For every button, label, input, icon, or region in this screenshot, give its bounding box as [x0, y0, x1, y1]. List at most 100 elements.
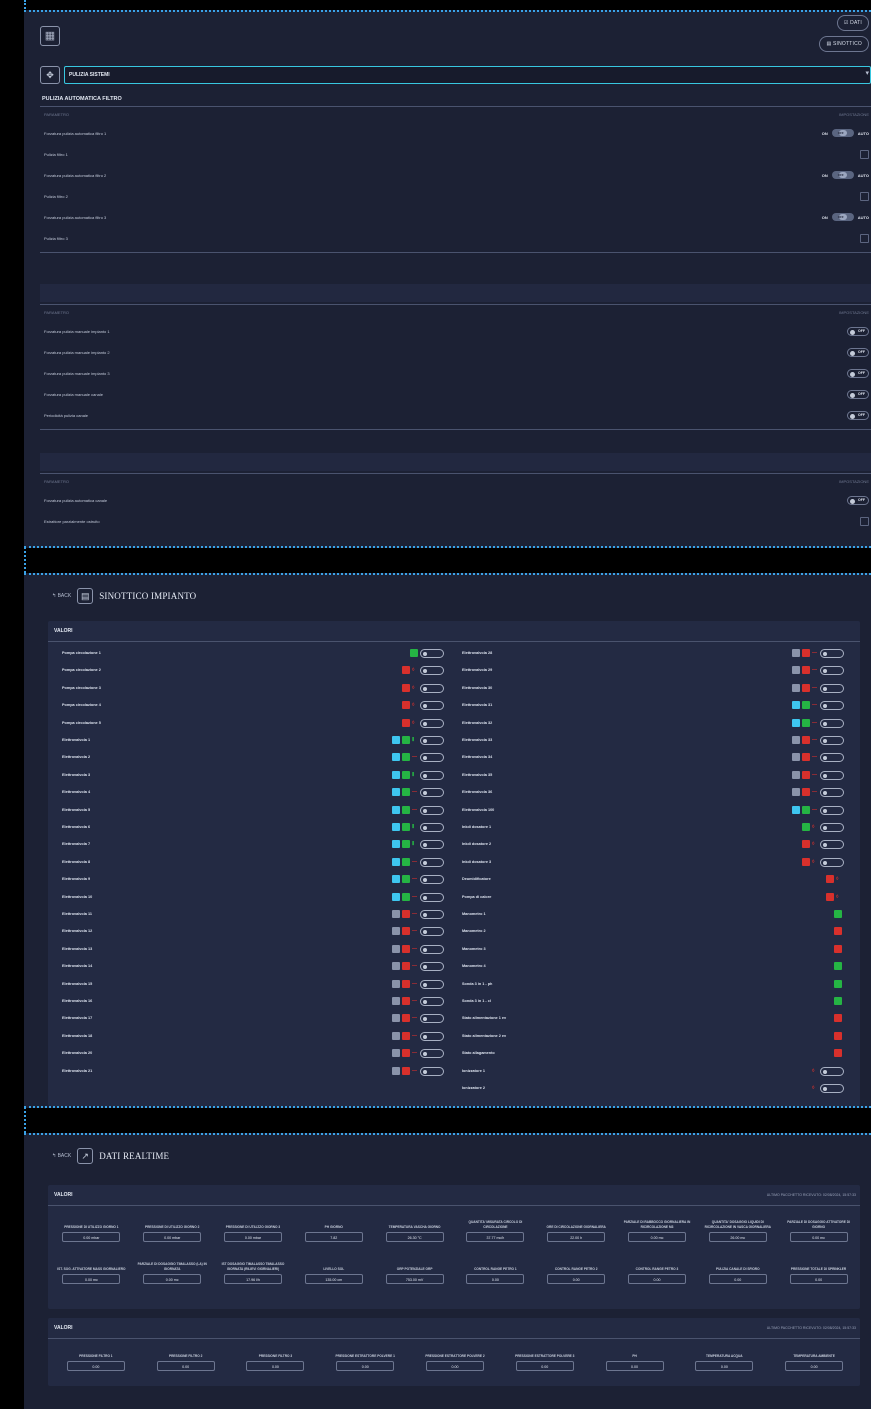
row-toggle[interactable] [820, 1084, 844, 1093]
on-off-auto-switch[interactable]: ON OFF AUTO [822, 128, 869, 138]
manual-icon[interactable] [392, 1066, 400, 1075]
auto-check-icon[interactable] [792, 701, 800, 710]
auto-check-icon[interactable] [392, 823, 400, 831]
checkbox[interactable] [860, 150, 869, 159]
row-toggle[interactable] [820, 805, 844, 815]
manual-icon[interactable] [792, 753, 800, 762]
back-button[interactable]: ↰ BACK [52, 1153, 71, 1159]
manual-icon[interactable] [392, 962, 400, 971]
off-toggle[interactable]: OFF [847, 390, 869, 399]
row-toggle[interactable] [820, 701, 844, 711]
row-toggle[interactable] [820, 683, 844, 693]
row-toggle[interactable] [820, 1066, 844, 1076]
manual-icon[interactable] [392, 1049, 400, 1058]
row-toggle[interactable] [820, 753, 844, 763]
auto-check-icon[interactable] [792, 805, 800, 814]
plant-logo-icon[interactable]: ▦ [40, 26, 60, 46]
auto-check-icon[interactable] [392, 892, 400, 901]
metric-label: PRESSIONE ESTRATTORE POLVERE 2 [425, 1353, 485, 1358]
auto-check-icon[interactable] [392, 788, 400, 797]
row-toggle[interactable] [820, 788, 844, 798]
off-toggle[interactable]: OFF [847, 327, 869, 336]
auto-check-icon[interactable] [392, 875, 400, 884]
row-toggle[interactable] [420, 962, 444, 972]
dati-button[interactable]: ☑ DATI [836, 15, 869, 31]
row-toggle[interactable] [820, 857, 844, 867]
on-off-auto-switch[interactable]: ON OFF AUTO [822, 170, 869, 180]
on-off-auto-switch[interactable]: ON OFF AUTO [822, 212, 869, 222]
row-toggle[interactable] [420, 927, 444, 937]
last-packet-stamp: ULTIMO PACCHETTO RICEVUTO: 02/08/2024, 1… [766, 1193, 856, 1197]
off-toggle[interactable]: OFF [847, 369, 869, 378]
auto-check-icon[interactable] [392, 753, 400, 762]
row-toggle[interactable] [420, 1014, 444, 1024]
row-toggle[interactable] [420, 753, 444, 763]
switch-knob[interactable]: OFF [831, 129, 854, 137]
auto-check-icon[interactable] [792, 718, 800, 727]
row-toggle[interactable] [420, 944, 444, 954]
system-selector[interactable]: ✥ PULIZIA SISTEMI ▾ [40, 66, 871, 84]
metric-value: 0.00 [605, 1361, 664, 1371]
sinottico-button[interactable]: ▤ SINOTTICO [819, 36, 869, 52]
row-toggle[interactable] [420, 857, 444, 867]
auto-check-icon[interactable] [392, 840, 400, 849]
manual-icon[interactable] [392, 944, 400, 953]
row-toggle[interactable] [820, 649, 844, 658]
row-toggle[interactable] [820, 736, 844, 745]
system-select[interactable]: PULIZIA SISTEMI [64, 66, 871, 84]
row-toggle[interactable] [420, 1031, 444, 1041]
manual-icon[interactable] [792, 666, 800, 675]
off-toggle[interactable]: OFF [847, 411, 869, 420]
manual-icon[interactable] [792, 770, 800, 779]
manual-icon[interactable] [792, 788, 800, 797]
manual-icon[interactable] [792, 649, 800, 657]
manual-icon[interactable] [392, 1014, 400, 1023]
row-toggle[interactable] [420, 718, 444, 728]
manual-icon[interactable] [392, 997, 400, 1005]
checkbox[interactable] [860, 517, 869, 526]
row-toggle[interactable] [820, 823, 844, 832]
row-toggle[interactable] [420, 701, 444, 711]
row-toggle[interactable] [420, 683, 444, 693]
chevron-down-icon[interactable]: ▾ [865, 66, 869, 82]
manual-icon[interactable] [392, 910, 400, 918]
row-toggle[interactable] [420, 910, 444, 919]
auto-check-icon[interactable] [392, 857, 400, 866]
checkbox[interactable] [860, 234, 869, 243]
manual-icon[interactable] [392, 979, 400, 988]
row-toggle[interactable] [420, 770, 444, 780]
row-toggle[interactable] [420, 649, 444, 658]
auto-check-icon[interactable] [392, 770, 400, 779]
row-toggle[interactable] [420, 788, 444, 798]
row-toggle[interactable] [820, 666, 844, 676]
row-toggle[interactable] [420, 875, 444, 885]
switch-knob[interactable]: OFF [831, 213, 854, 221]
row-toggle[interactable] [420, 666, 444, 676]
row-toggle[interactable] [420, 736, 444, 745]
row-toggle[interactable] [420, 1066, 444, 1076]
row-toggle[interactable] [420, 1049, 444, 1059]
manual-icon[interactable] [392, 1031, 400, 1040]
row-toggle[interactable] [820, 840, 844, 850]
manual-icon[interactable] [392, 927, 400, 936]
row-toggle[interactable] [420, 805, 444, 815]
off-toggle[interactable]: OFF [847, 348, 869, 357]
row-toggle[interactable] [820, 770, 844, 780]
checkbox[interactable] [860, 192, 869, 201]
parameter-label: Forzatura pulizia automatica canale [44, 498, 108, 503]
row-toggle[interactable] [820, 718, 844, 728]
manual-icon[interactable] [792, 683, 800, 692]
row-toggle[interactable] [420, 840, 444, 850]
row-toggle[interactable] [420, 997, 444, 1006]
status-indicator-icon: — [412, 911, 417, 917]
back-button[interactable]: ↰ BACK [52, 593, 71, 599]
auto-check-icon[interactable] [392, 736, 400, 744]
row-toggle[interactable] [420, 823, 444, 832]
sinottico-row: Stato alimentazione 2 ev [462, 1028, 844, 1045]
off-toggle[interactable]: OFF [847, 496, 869, 505]
row-toggle[interactable] [420, 979, 444, 989]
manual-icon[interactable] [792, 736, 800, 744]
row-toggle[interactable] [420, 892, 444, 902]
auto-check-icon[interactable] [392, 805, 400, 814]
switch-knob[interactable]: OFF [831, 171, 854, 179]
